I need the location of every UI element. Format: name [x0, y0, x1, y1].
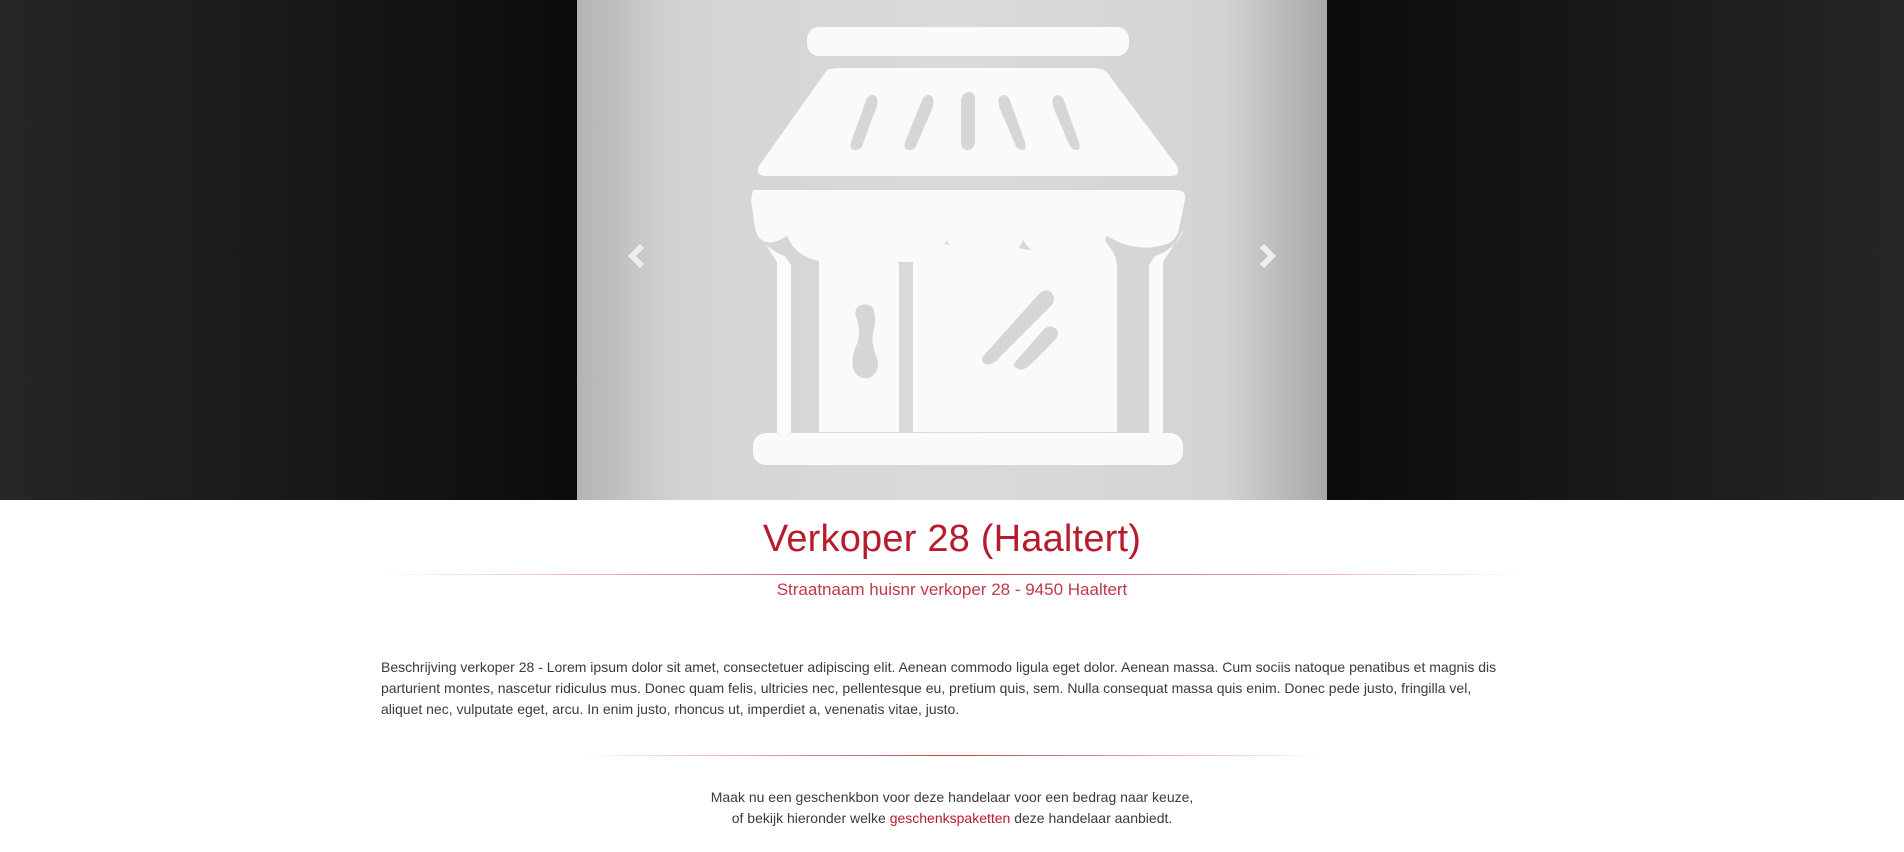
page-title: Verkoper 28 (Haaltert)	[762, 518, 1142, 560]
seller-address: Straatnaam huisnr verkoper 28 - 9450 Haa…	[776, 580, 1128, 599]
carousel-prev-button[interactable]	[618, 238, 654, 274]
cta-line-1: Maak nu een geschenkbon voor deze handel…	[710, 789, 1194, 805]
cta-line-2: of bekijk hieronder welke geschenkspaket…	[0, 808, 1904, 829]
gift-packages-link[interactable]: geschenkspaketten	[890, 810, 1011, 826]
cta-text-after: deze handelaar aanbiedt.	[1010, 810, 1173, 826]
hero-carousel	[0, 0, 1904, 500]
cta-text-before: of bekijk hieronder welke	[731, 810, 890, 826]
chevron-right-icon	[1260, 244, 1276, 268]
seller-description: Beschrijving verkoper 28 - Lorem ipsum d…	[381, 659, 1497, 717]
carousel-next-button[interactable]	[1250, 238, 1286, 274]
gift-voucher-cta: Maak nu een geschenkbon voor deze handel…	[0, 787, 1904, 829]
section-divider	[580, 755, 1324, 756]
title-divider	[380, 574, 1524, 575]
storefront-icon	[751, 27, 1186, 465]
carousel-slide	[577, 0, 1327, 500]
chevron-left-icon	[628, 244, 644, 268]
